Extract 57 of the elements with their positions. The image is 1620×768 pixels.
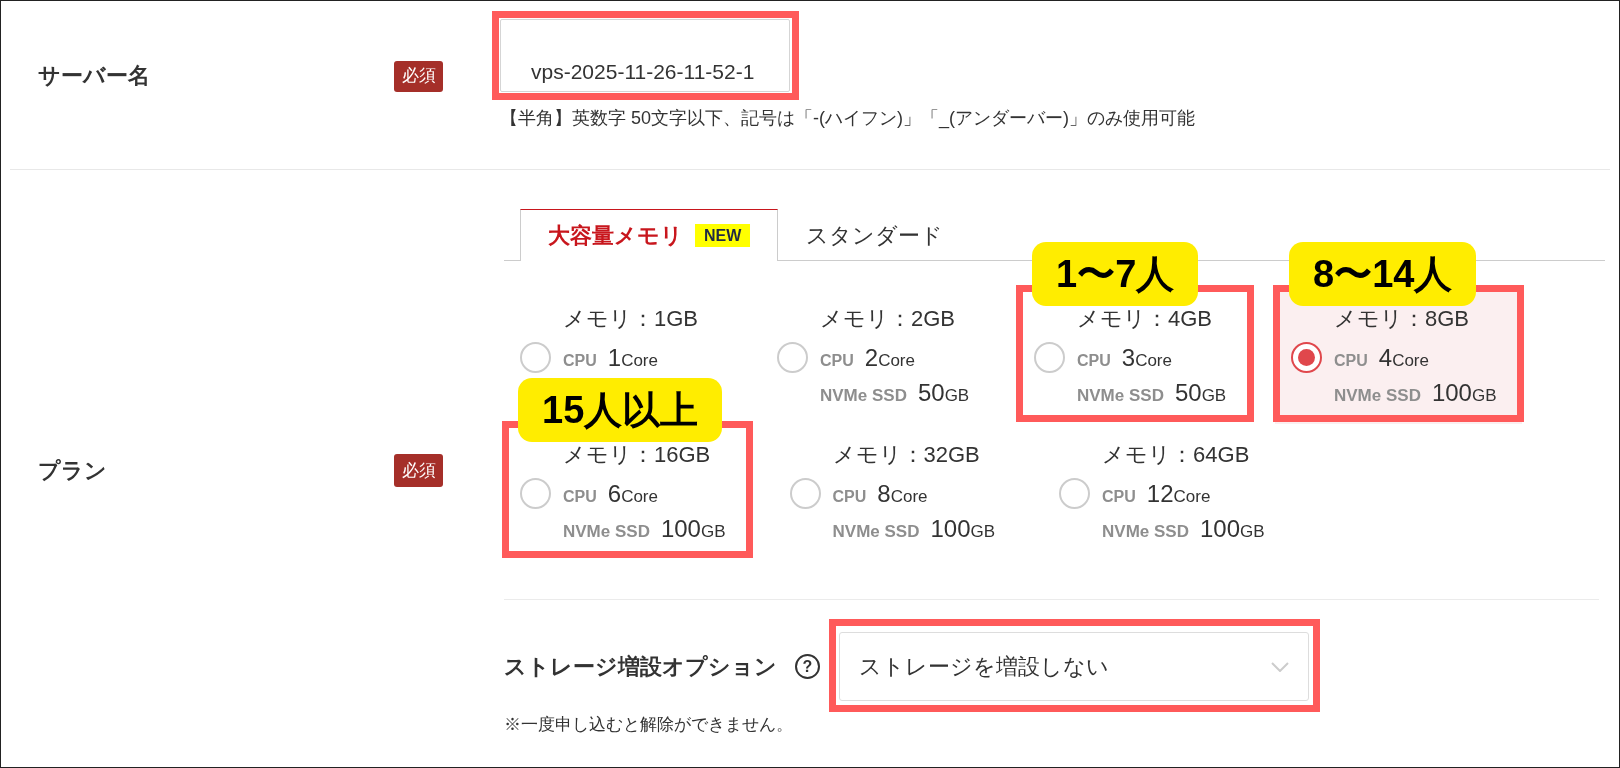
storage-select[interactable]: ストレージを増設しない (839, 632, 1309, 701)
cpu-value: 4Core (1378, 342, 1429, 373)
ssd-label: NVMe SSD (832, 521, 920, 543)
radio-button[interactable] (789, 478, 821, 509)
required-badge: 必須 (394, 60, 443, 92)
ssd-label: NVMe SSD (1077, 385, 1164, 407)
required-badge: 必須 (394, 454, 443, 487)
cpu-value: 8Core (877, 478, 928, 509)
ssd-label: NVMe SSD (820, 385, 907, 407)
cpu-label: CPU (820, 350, 854, 371)
ssd-value: 100GB (930, 514, 996, 544)
hint-text: 【半角】英数字 50文字以下、記号は「-(ハイフン)」「_(アンダーバー)」のみ使用可能 (500, 107, 1195, 130)
radio-button[interactable] (1034, 342, 1065, 373)
cpu-value: 3Core (1121, 342, 1172, 373)
help-icon[interactable]: ? (795, 654, 820, 679)
memory-label: メモリ：4GB (1077, 306, 1214, 332)
callout-label: 8〜14人 (1289, 242, 1477, 306)
chevron-down-icon (1271, 661, 1289, 672)
ssd-label: NVMe SSD (1102, 521, 1189, 543)
field-label: ストレージ増設オプション (504, 653, 778, 681)
field-label: プラン (37, 457, 108, 485)
memory-label: メモリ：64GB (1102, 442, 1251, 468)
cpu-label: CPU (832, 486, 867, 507)
note-text: ※一度申し込むと解除ができません。 (504, 714, 794, 736)
radio-button[interactable] (520, 478, 551, 509)
cpu-value: 12Core (1146, 478, 1211, 509)
tab[interactable]: 大容量メモリ NEW (520, 209, 779, 261)
radio-button[interactable] (777, 342, 808, 373)
ssd-value: 100GB (660, 514, 726, 544)
tab[interactable]: スタンダード (778, 209, 972, 260)
memory-label: メモリ：8GB (1334, 306, 1471, 332)
callout-label: 15人以上 (518, 378, 723, 442)
ssd-value: 100GB (1200, 514, 1265, 544)
memory-label: メモリ：1GB (563, 306, 700, 332)
memory-label: メモリ：32GB (832, 442, 981, 468)
new-badge: NEW (695, 224, 751, 247)
ssd-label: NVMe SSD (563, 521, 650, 543)
ssd-label: NVMe SSD (1334, 385, 1421, 407)
cpu-value: 2Core (864, 342, 915, 373)
memory-label: メモリ：2GB (820, 306, 957, 332)
cpu-label: CPU (1102, 486, 1136, 507)
radio-button[interactable] (520, 342, 551, 373)
cpu-value: 6Core (607, 478, 658, 509)
cpu-label: CPU (563, 350, 597, 371)
field-label: サーバー名 (37, 62, 151, 90)
radio-button[interactable] (1059, 478, 1091, 509)
cpu-label: CPU (1077, 350, 1111, 371)
callout-label: 1〜7人 (1032, 242, 1199, 306)
ssd-value: 50GB (1174, 378, 1227, 408)
cpu-value: 1Core (607, 342, 658, 373)
cpu-label: CPU (1334, 350, 1368, 371)
memory-label: メモリ：16GB (563, 442, 712, 468)
server-name-field[interactable]: vps-2025-11-26-11-52-1 (500, 19, 790, 92)
cpu-label: CPU (563, 486, 597, 507)
ssd-value: 50GB (917, 378, 970, 408)
ssd-value: 100GB (1431, 378, 1497, 408)
radio-button[interactable] (1291, 342, 1322, 373)
